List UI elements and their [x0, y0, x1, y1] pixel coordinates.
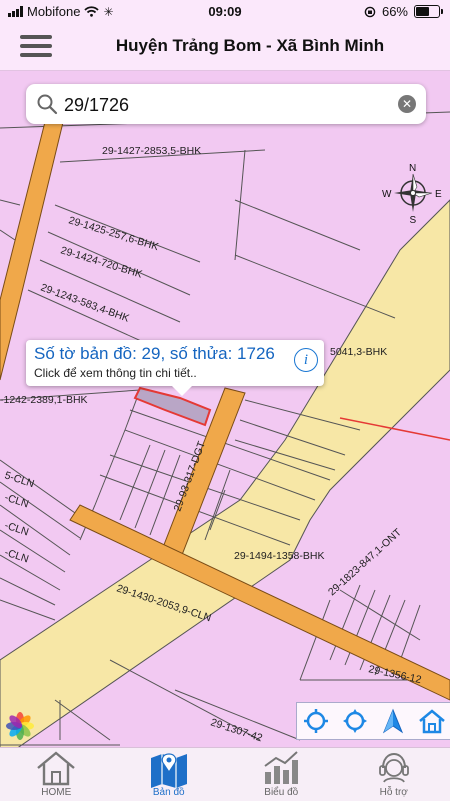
battery-percent: 66%: [382, 4, 408, 19]
gps-icon[interactable]: [339, 706, 371, 736]
hamburger-menu-icon[interactable]: [20, 35, 52, 59]
app-header: Huyện Trảng Bom - Xã Bình Minh: [0, 24, 450, 71]
info-icon[interactable]: i: [294, 348, 318, 372]
popup-title: Số tờ bản đồ: 29, số thửa: 1726: [34, 344, 275, 364]
battery-icon: [414, 5, 440, 18]
status-bar: Mobifone ✳ 09:09 66%: [0, 0, 450, 24]
search-bar[interactable]: ✕: [26, 84, 426, 124]
parcel-info-popup[interactable]: Số tờ bản đồ: 29, số thửa: 1726 Click để…: [26, 340, 324, 386]
nav-label-map: Bản đồ: [113, 787, 226, 798]
photos-logo-icon: [6, 712, 34, 740]
map-label: 5041,3-BHK: [330, 346, 387, 358]
support-icon: [374, 750, 414, 786]
nav-item-support[interactable]: Hỗ trợ: [338, 748, 450, 801]
map-icon: [149, 750, 189, 788]
clear-icon[interactable]: ✕: [398, 95, 416, 113]
bottom-nav: HOME Bản đồ Biểu đồ Hỗ trợ: [0, 747, 450, 801]
navigate-icon[interactable]: [377, 706, 409, 736]
map-label: -1242-2389,1-BHK: [0, 394, 88, 406]
search-input[interactable]: [62, 91, 386, 119]
nav-label-chart: Biểu đồ: [225, 787, 338, 798]
compass-east-label: E: [435, 189, 442, 200]
nav-item-map[interactable]: Bản đồ: [113, 748, 226, 801]
chart-icon: [261, 750, 301, 786]
popup-subtitle: Click để xem thông tin chi tiết..: [34, 366, 197, 380]
battery-fill: [416, 7, 429, 16]
page-title: Huyện Trảng Bom - Xã Bình Minh: [60, 36, 440, 56]
locate-icon[interactable]: [300, 706, 332, 736]
nav-item-chart[interactable]: Biểu đồ: [225, 748, 338, 801]
compass-icon: N S E W: [382, 162, 444, 224]
compass-south-label: S: [410, 215, 417, 224]
home-map-icon[interactable]: [416, 706, 448, 736]
compass-west-label: W: [382, 189, 392, 200]
nav-label-home: HOME: [0, 787, 113, 798]
compass-north-label: N: [409, 163, 416, 174]
map-tools: [296, 702, 450, 740]
map-label: 29-1494-1358-BHK: [234, 550, 324, 562]
home-icon: [36, 750, 76, 786]
nav-item-home[interactable]: HOME: [0, 748, 113, 801]
nav-label-support: Hỗ trợ: [338, 787, 450, 798]
search-icon: [36, 93, 58, 115]
map-label: 29-1427-2853,5-BHK: [102, 145, 201, 157]
lock-rotation-icon: [364, 6, 376, 18]
